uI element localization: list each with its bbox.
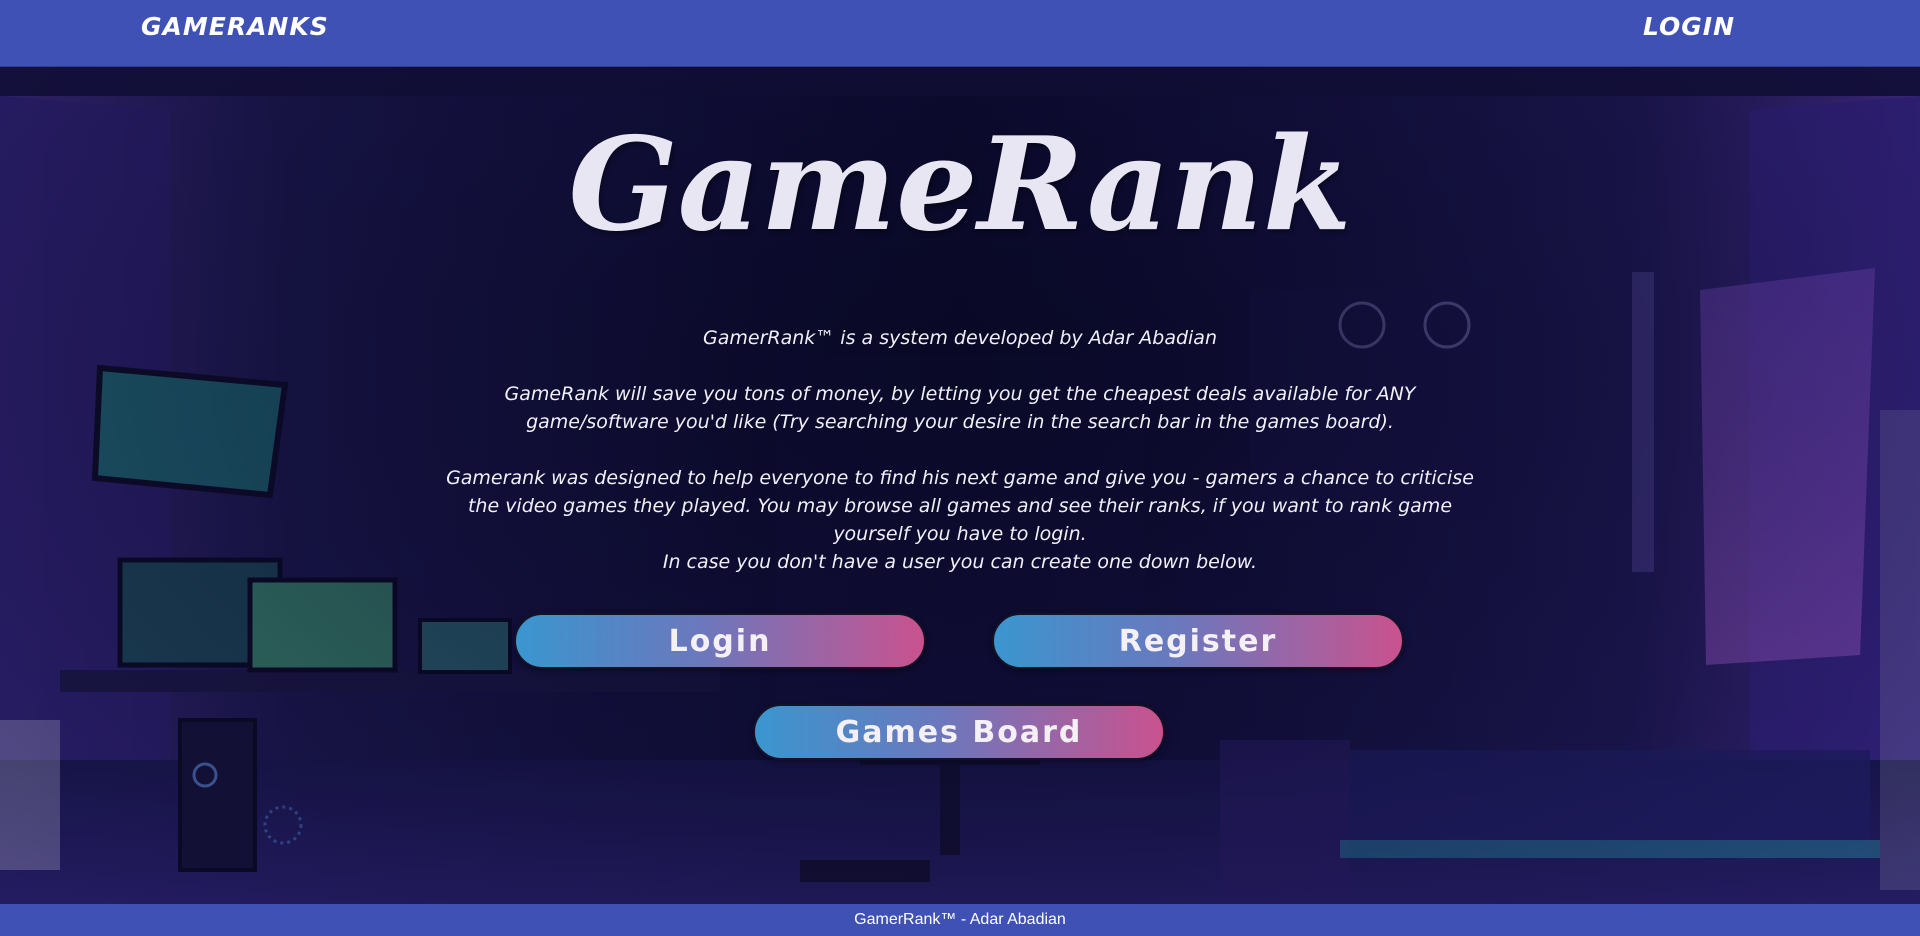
intro-paragraph-savings: GameRank will save you tons of money, by…: [504, 383, 1416, 433]
games-board-button[interactable]: Games Board: [753, 704, 1165, 760]
login-button[interactable]: Login: [514, 613, 926, 669]
intro-spacer: [430, 352, 1490, 380]
nav-login-link[interactable]: LOGIN: [1643, 12, 1735, 41]
intro-paragraph-register: In case you don't have a user you can cr…: [662, 551, 1258, 573]
footer: GamerRank™ - Adar Abadian: [0, 904, 1920, 936]
brand-link[interactable]: GAMERANKS: [141, 12, 329, 41]
intro-text: GamerRank™ is a system developed by Adar…: [430, 324, 1490, 576]
top-navbar: GAMERANKS LOGIN: [0, 0, 1920, 67]
hero-title: GameRank: [568, 110, 1352, 260]
page: GAMERANKS LOGIN GameRank GamerRank™ is a…: [0, 0, 1920, 936]
intro-paragraph-purpose: Gamerank was designed to help everyone t…: [446, 467, 1474, 545]
intro-spacer: [430, 436, 1490, 464]
register-button[interactable]: Register: [992, 613, 1404, 669]
intro-line-developer: GamerRank™ is a system developed by Adar…: [703, 327, 1217, 349]
